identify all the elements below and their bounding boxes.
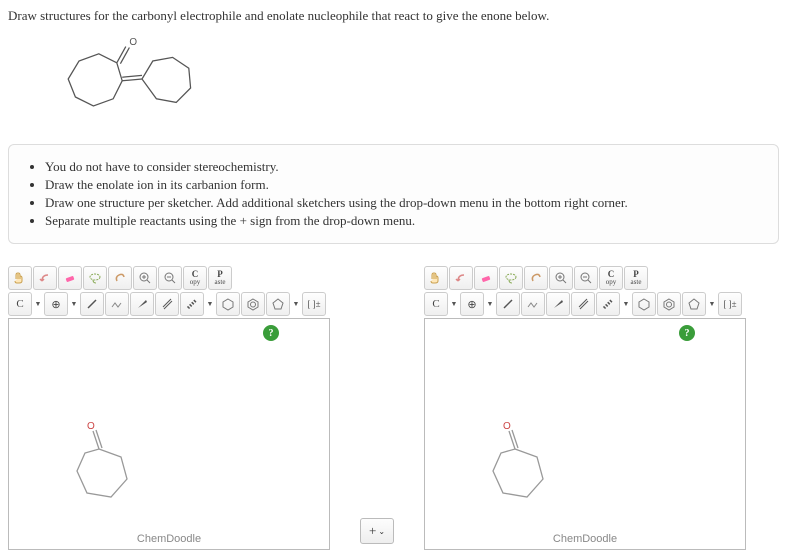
atom-dropdown-icon[interactable]: ▼ [33, 293, 43, 315]
zoom-in-icon[interactable] [549, 266, 573, 290]
atom-dropdown-icon[interactable]: ▼ [449, 293, 459, 315]
ring-dropdown-icon[interactable]: ▼ [707, 293, 717, 315]
chemdoodle-label: ChemDoodle [425, 533, 745, 545]
wedge-bond-icon[interactable] [130, 292, 154, 316]
wedge-bond-icon[interactable] [546, 292, 570, 316]
drawn-structure: O [69, 419, 149, 513]
double-bond-icon[interactable] [155, 292, 179, 316]
eraser-icon[interactable] [58, 266, 82, 290]
copy-sub: opy [190, 279, 201, 286]
bond-dropdown-icon[interactable]: ▼ [205, 293, 215, 315]
caret-down-icon: ⌄ [378, 527, 385, 536]
chain-icon[interactable] [105, 292, 129, 316]
copy-button[interactable]: Copy [183, 266, 207, 290]
question-text: Draw structures for the carbonyl electro… [8, 8, 779, 24]
enone-structure: O [38, 34, 228, 124]
paste-button[interactable]: Paste [208, 266, 232, 290]
charge-dropdown-icon[interactable]: ▼ [485, 293, 495, 315]
plus-icon: + [369, 523, 376, 539]
instruction-item: Draw one structure per sketcher. Add add… [45, 195, 760, 211]
sketch-canvas[interactable]: ? O ChemDoodle [8, 318, 330, 550]
drawn-structure: O [485, 419, 565, 513]
sketch-canvas[interactable]: ? O ChemDoodle [424, 318, 746, 550]
toolbar-top: Copy Paste [8, 266, 330, 290]
toolbar-bottom: C ▼ ⊕ ▼ ▼ ▼ [ ]± [424, 292, 746, 316]
svg-text:O: O [503, 421, 511, 432]
zoom-in-icon[interactable] [133, 266, 157, 290]
chain-icon[interactable] [521, 292, 545, 316]
charge-icon[interactable]: ⊕ [460, 292, 484, 316]
hand-icon[interactable] [8, 266, 32, 290]
eraser-icon[interactable] [474, 266, 498, 290]
charge-dropdown-icon[interactable]: ▼ [69, 293, 79, 315]
benzene-icon[interactable] [241, 292, 265, 316]
lasso-icon[interactable] [499, 266, 523, 290]
bond-dropdown-icon[interactable]: ▼ [621, 293, 631, 315]
chemdoodle-label: ChemDoodle [9, 533, 329, 545]
zoom-out-icon[interactable] [158, 266, 182, 290]
instruction-item: Separate multiple reactants using the + … [45, 213, 760, 229]
pentagon-icon[interactable] [266, 292, 290, 316]
clear-icon[interactable] [524, 266, 548, 290]
copy-button[interactable]: Copy [599, 266, 623, 290]
undo-icon[interactable] [33, 266, 57, 290]
charge-icon[interactable]: ⊕ [44, 292, 68, 316]
benzene-icon[interactable] [657, 292, 681, 316]
ring-dropdown-icon[interactable]: ▼ [291, 293, 301, 315]
sketchers-row: Copy Paste C ▼ ⊕ ▼ ▼ ▼ [ ]± ? [8, 266, 779, 550]
add-sketcher-button[interactable]: +⌄ [360, 518, 394, 544]
single-bond-icon[interactable] [496, 292, 520, 316]
atom-c-button[interactable]: C [8, 292, 32, 316]
clear-icon[interactable] [108, 266, 132, 290]
instruction-item: You do not have to consider stereochemis… [45, 159, 760, 175]
hexagon-icon[interactable] [632, 292, 656, 316]
brackets-button[interactable]: [ ]± [302, 292, 326, 316]
toolbar-bottom: C ▼ ⊕ ▼ ▼ ▼ [ ]± [8, 292, 330, 316]
pentagon-icon[interactable] [682, 292, 706, 316]
instruction-item: Draw the enolate ion in its carbanion fo… [45, 177, 760, 193]
lasso-icon[interactable] [83, 266, 107, 290]
hash-bond-icon[interactable] [180, 292, 204, 316]
single-bond-icon[interactable] [80, 292, 104, 316]
zoom-out-icon[interactable] [574, 266, 598, 290]
copy-sub: opy [606, 279, 617, 286]
hand-icon[interactable] [424, 266, 448, 290]
help-button[interactable]: ? [679, 325, 695, 341]
double-bond-icon[interactable] [571, 292, 595, 316]
paste-sub: aste [215, 279, 226, 286]
sketcher-1: Copy Paste C ▼ ⊕ ▼ ▼ ▼ [ ]± ? [8, 266, 330, 550]
help-button[interactable]: ? [263, 325, 279, 341]
svg-text:O: O [87, 421, 95, 432]
svg-text:O: O [129, 37, 137, 48]
hash-bond-icon[interactable] [596, 292, 620, 316]
brackets-button[interactable]: [ ]± [718, 292, 742, 316]
paste-sub: aste [631, 279, 642, 286]
instructions-panel: You do not have to consider stereochemis… [8, 144, 779, 244]
paste-button[interactable]: Paste [624, 266, 648, 290]
sketcher-2: Copy Paste C ▼ ⊕ ▼ ▼ ▼ [ ]± ? [424, 266, 746, 550]
undo-icon[interactable] [449, 266, 473, 290]
atom-c-button[interactable]: C [424, 292, 448, 316]
hexagon-icon[interactable] [216, 292, 240, 316]
toolbar-top: Copy Paste [424, 266, 746, 290]
